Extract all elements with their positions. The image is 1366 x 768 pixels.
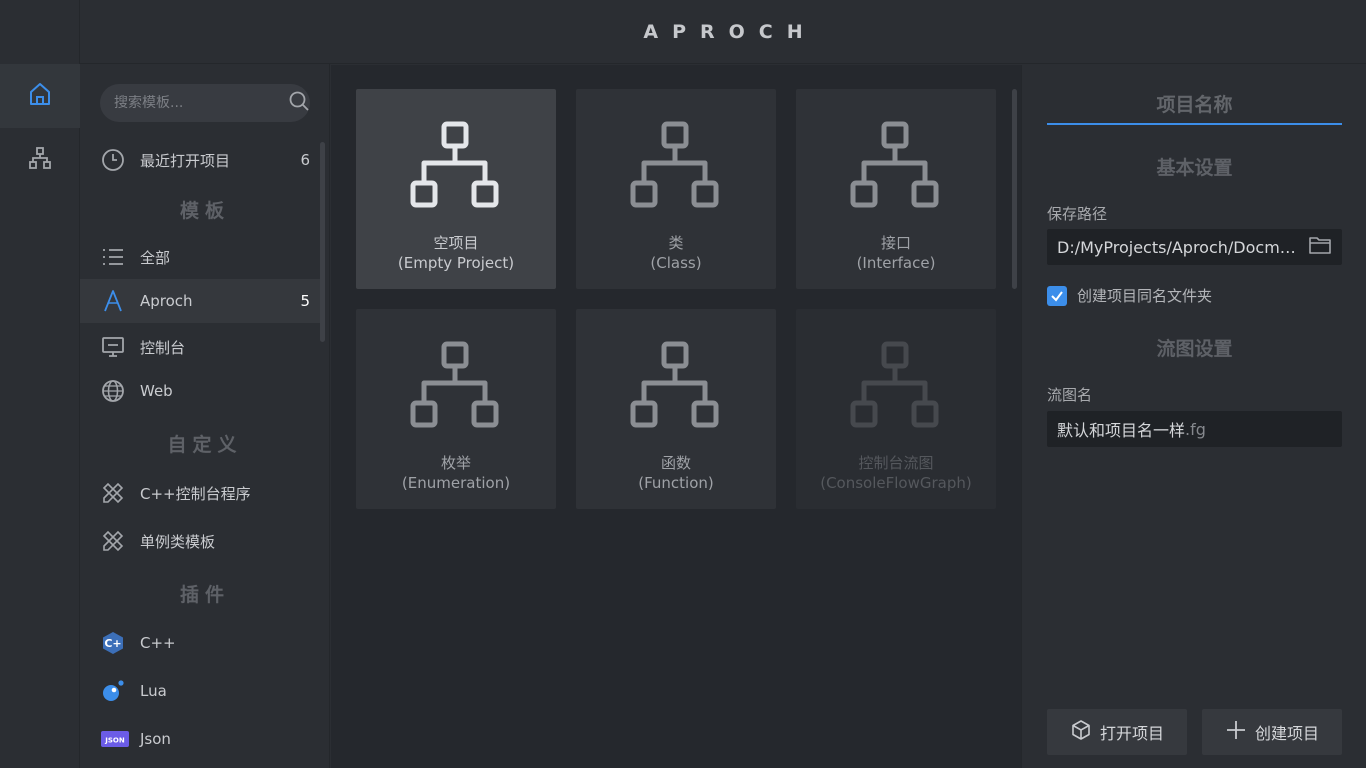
card-title: 控制台流图 [858,454,934,472]
app-brand: APROCH [643,20,817,43]
grid-scrollbar[interactable] [1012,89,1017,289]
create-project-label: 创建项目 [1254,724,1319,743]
aproch-count: 5 [300,292,310,310]
sidebar-item-label: 控制台 [140,338,186,357]
hierarchy-icon [27,145,53,175]
sidebar-item-label: C++ [140,634,176,652]
template-card-function[interactable]: 函数 (Function) [576,309,776,509]
card-subtitle: (Class) [650,254,702,272]
save-path-field[interactable]: D:/MyProjects/Aproch/Docments [1047,229,1342,265]
template-card-enumeration[interactable]: 枚举 (Enumeration) [356,309,556,509]
sidebar-item-all[interactable]: 全部 [80,235,322,279]
basic-settings-title: 基本设置 [1156,157,1233,179]
globe-icon [101,379,125,403]
aproch-logo-icon [101,289,125,313]
sidebar-item-console[interactable]: 控制台 [80,325,322,369]
open-project-button[interactable]: 打开项目 [1047,709,1187,755]
section-title-custom: 自定义 [167,434,243,456]
sidebar-item-label: Web [140,382,173,400]
sidebar-item-label: Lua [140,682,167,700]
rail-hierarchy-button[interactable] [0,128,80,192]
header: APROCH [80,0,1366,64]
lua-icon [101,679,125,703]
hierarchy-icon [410,121,499,208]
card-subtitle: (Interface) [856,254,936,272]
sidebar-item-lua[interactable]: Lua [80,669,322,713]
cpp-icon: C+ [101,631,125,655]
svg-text:C+: C+ [104,637,121,650]
project-settings-panel: 项目名称 基本设置 保存路径 D:/MyProjects/Aproch/Docm… [1021,65,1366,768]
sidebar-item-label: 单例类模板 [140,532,216,551]
card-title: 枚举 [440,454,471,472]
create-folder-option[interactable]: 创建项目同名文件夹 [1047,285,1212,306]
clock-icon [101,148,125,172]
project-name-input[interactable]: 项目名称 [1047,87,1342,125]
plus-icon [1225,719,1255,745]
sidebar-item-cpp-console[interactable]: C++控制台程序 [80,471,322,515]
create-folder-checkbox[interactable] [1047,285,1067,306]
template-sidebar: 最近打开项目 6 模板 全部 Aproch 5 控制台 [80,64,330,768]
template-card-class[interactable]: 类 (Class) [576,89,776,289]
sidebar-item-label: Aproch [140,292,193,310]
json-icon: JSON [101,727,129,751]
sidebar-scrollbar[interactable] [320,142,325,342]
search-input[interactable] [114,95,288,111]
section-title-plugins: 插件 [179,584,230,606]
save-path-label: 保存路径 [1047,205,1108,223]
flow-name-value: 默认和项目名一样 [1057,421,1186,440]
sidebar-item-label: Json [140,730,171,748]
sidebar-item-recent[interactable]: 最近打开项目 6 [80,138,322,182]
monitor-icon [101,335,125,359]
hierarchy-icon [630,341,719,428]
sidebar-item-singleton[interactable]: 单例类模板 [80,519,322,563]
sidebar-item-label: C++控制台程序 [140,484,251,503]
flow-name-field[interactable]: 默认和项目名一样 .fg [1047,411,1342,447]
template-card-interface[interactable]: 接口 (Interface) [796,89,996,289]
list-icon [101,245,125,269]
create-folder-label: 创建项目同名文件夹 [1077,287,1213,305]
flow-name-ext: .fg [1185,419,1206,439]
left-rail [0,0,80,768]
sidebar-item-label: 最近打开项目 [140,151,231,170]
open-project-label: 打开项目 [1099,724,1164,743]
home-icon [27,81,53,111]
template-grid: 空项目 (Empty Project) 类 (Class) 接口 (Interface… [331,65,1021,768]
card-subtitle: (Enumeration) [401,474,511,492]
search-box [100,84,310,122]
card-subtitle: (ConsoleFlowGraph) [820,474,972,492]
card-title: 类 [668,234,684,252]
sidebar-item-web[interactable]: Web [80,369,322,413]
app-window: APROCH 最近打开项目 6 模板 全部 Ap [0,0,1366,768]
hierarchy-icon [410,341,499,428]
recent-count: 6 [300,151,310,169]
sidebar-item-aproch[interactable]: Aproch 5 [80,279,322,323]
search-icon[interactable] [288,90,310,116]
template-card-console-flow-graph: 控制台流图 (ConsoleFlowGraph) [796,309,996,509]
template-card-empty-project[interactable]: 空项目 (Empty Project) [356,89,556,289]
folder-icon[interactable] [1300,234,1332,260]
rail-home-button[interactable] [0,64,80,128]
flow-settings-title: 流图设置 [1156,338,1233,360]
create-project-button[interactable]: 创建项目 [1202,709,1342,755]
hierarchy-icon [850,121,939,208]
design-tools-icon [101,481,125,505]
card-title: 函数 [660,454,691,472]
json-badge-text: JSON [104,737,125,745]
card-title: 接口 [880,234,911,252]
design-tools-icon [101,529,125,553]
sidebar-item-cpp[interactable]: C+ C++ [80,621,322,665]
hierarchy-icon [630,121,719,208]
card-subtitle: (Function) [638,474,714,492]
cube-icon [1070,719,1100,745]
flow-name-label: 流图名 [1047,386,1093,404]
sidebar-item-label: 全部 [140,248,171,267]
card-title: 空项目 [433,234,479,252]
check-icon [1051,290,1063,302]
card-subtitle: (Empty Project) [397,254,515,272]
section-title-templates: 模板 [179,200,230,222]
hierarchy-icon [850,341,939,428]
sidebar-item-json[interactable]: JSON Json [80,717,322,761]
save-path-value: D:/MyProjects/Aproch/Docments [1057,237,1300,257]
